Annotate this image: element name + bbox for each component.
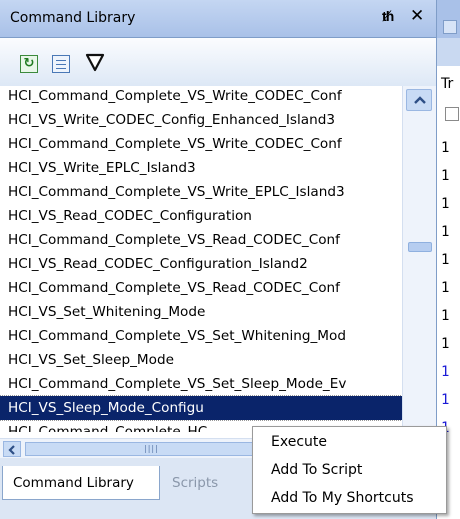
selected-command-row[interactable]: HCI_VS_Sleep_Mode_Configu [0, 395, 402, 421]
vertical-scroll-thumb[interactable] [408, 242, 432, 252]
panel-title: Command Library [10, 10, 136, 26]
horizontal-scroll-thumb[interactable]: |||| [25, 442, 275, 456]
trace-header: Tr [441, 76, 454, 92]
command-row[interactable]: HCI_VS_Set_Sleep_Mode [0, 348, 402, 372]
toolbar: ↻ [0, 38, 436, 86]
trace-toolbar [437, 38, 460, 66]
command-row[interactable]: HCI_VS_Write_CODEC_Config_Enhanced_Islan… [0, 108, 402, 132]
trace-line-number: 1 [441, 224, 450, 240]
trace-line-number: 1 [441, 392, 450, 408]
command-row[interactable]: HCI_Command_Complete_VS_Write_EPLC_Islan… [0, 180, 402, 204]
command-list[interactable]: HCI_Command_Complete_VS_Write_CODEC_Conf… [0, 86, 402, 432]
trace-line-number: 1 [441, 336, 450, 352]
trace-line-number: 1 [441, 280, 450, 296]
menu-item-add-to-my-shortcuts[interactable]: Add To My Shortcuts [271, 485, 413, 511]
trace-line-number: 1 [441, 364, 450, 380]
trace-line-number: 1 [441, 308, 450, 324]
menu-item-execute[interactable]: Execute [271, 429, 327, 455]
refresh-icon[interactable]: ↻ [20, 55, 38, 73]
command-row[interactable]: HCI_VS_Write_EPLC_Island3 [0, 156, 402, 180]
menu-item-add-to-script[interactable]: Add To Script [271, 457, 362, 483]
command-row[interactable]: HCI_Command_Complete_VS_Write_CODEC_Conf [0, 86, 402, 108]
context-menu: Execute Add To Script Add To My Shortcuts [252, 426, 447, 514]
pin-icon[interactable]: ᵺ [382, 8, 394, 25]
command-row[interactable]: HCI_VS_Read_CODEC_Configuration_Island2 [0, 252, 402, 276]
scroll-left-button[interactable] [3, 441, 21, 457]
trace-checkbox[interactable] [445, 107, 459, 121]
panel-title-bar: Command Library ᵺ ✕ [0, 0, 436, 38]
trace-line-number: 1 [441, 140, 450, 156]
command-row[interactable]: HCI_VS_Set_Whitening_Mode [0, 300, 402, 324]
trace-line-number: 1 [441, 196, 450, 212]
command-row[interactable]: HCI_VS_Read_CODEC_Configuration [0, 204, 402, 228]
tab-scripts[interactable]: Scripts [162, 466, 228, 500]
command-row[interactable]: HCI_Command_Complete_VS_Read_CODEC_Conf [0, 276, 402, 300]
command-row[interactable]: HCI_Command_Complete_VS_Set_Sleep_Mode_E… [0, 372, 402, 396]
trace-line-number: 1 [441, 168, 450, 184]
close-icon[interactable]: ✕ [410, 6, 424, 26]
command-row[interactable]: HCI_Command_Complete_VS_Set_Whitening_Mo… [0, 324, 402, 348]
command-row[interactable]: HCI_Command_Complete_VS_Read_CODEC_Conf [0, 228, 402, 252]
trace-toolbar-button[interactable] [443, 20, 457, 34]
command-row[interactable]: HCI_Command_Complete_VS_Write_CODEC_Conf [0, 132, 402, 156]
list-icon[interactable] [52, 55, 70, 73]
vertical-scrollbar[interactable] [402, 86, 436, 438]
scroll-up-button[interactable] [406, 89, 432, 111]
trace-line-number: 1 [441, 252, 450, 268]
tab-command-library[interactable]: Command Library [2, 466, 160, 500]
filter-icon[interactable] [84, 51, 106, 73]
